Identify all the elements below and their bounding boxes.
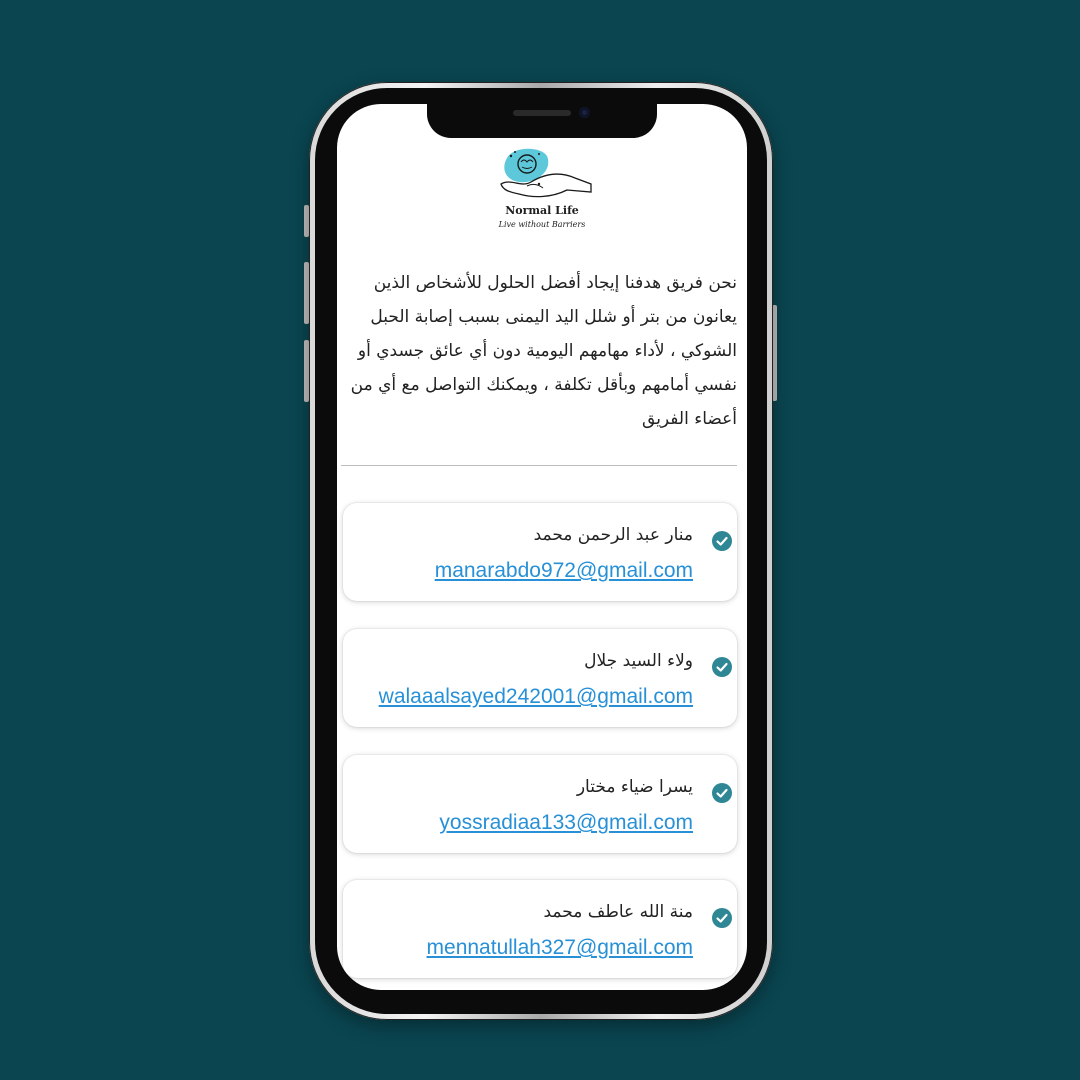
front-camera-icon <box>579 107 590 118</box>
speaker-grille <box>513 110 571 116</box>
contact-email-link[interactable]: walaaalsayed242001@gmail.com <box>379 685 693 709</box>
hand-with-brain-logo-icon <box>497 148 593 230</box>
brand-name: Normal Life <box>505 204 579 217</box>
notch <box>427 104 657 138</box>
contact-name: يسرا ضياء مختار <box>576 777 693 797</box>
check-circle-icon <box>712 908 732 928</box>
contact-card: منة الله عاطف محمد mennatullah327@gmail.… <box>343 880 737 978</box>
check-circle-icon <box>712 531 732 551</box>
contact-name: منار عبد الرحمن محمد <box>533 525 693 545</box>
contact-email-link[interactable]: yossradiaa133@gmail.com <box>439 811 693 835</box>
contact-email-link[interactable]: mennatullah327@gmail.com <box>427 936 693 960</box>
contact-name: ولاء السيد جلال <box>584 651 693 671</box>
intro-paragraph: نحن فريق هدفنا إيجاد أفضل الحلول للأشخاص… <box>350 273 737 429</box>
phone-screen: Normal Life Live without Barriers نحن فر… <box>337 104 747 990</box>
contact-card: ولاء السيد جلال walaaalsayed242001@gmail… <box>343 629 737 727</box>
brand-tagline: Live without Barriers <box>498 220 586 229</box>
contact-name: منة الله عاطف محمد <box>543 902 694 922</box>
check-circle-icon <box>712 783 732 803</box>
contact-card: يسرا ضياء مختار yossradiaa133@gmail.com <box>343 755 737 853</box>
check-circle-icon <box>712 657 732 677</box>
contact-email-link[interactable]: manarabdo972@gmail.com <box>435 559 693 583</box>
contact-card: منار عبد الرحمن محمد manarabdo972@gmail.… <box>343 503 737 601</box>
section-divider <box>341 465 737 466</box>
